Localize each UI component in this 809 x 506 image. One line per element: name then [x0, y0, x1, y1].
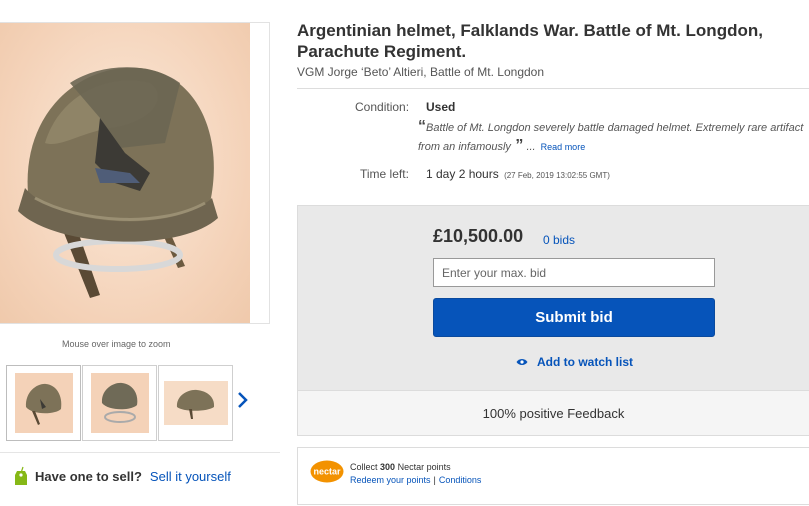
nectar-panel: nectar Collect 300 Nectar points Redeem …: [297, 447, 809, 505]
collect-prefix: Collect: [350, 462, 378, 472]
sell-it-yourself-link[interactable]: Sell it yourself: [150, 469, 231, 484]
redeem-points-link[interactable]: Redeem your points: [350, 475, 431, 485]
divider: [0, 452, 280, 453]
end-date: (27 Feb, 2019 13:02:55 GMT): [504, 171, 610, 180]
thumbnail-3[interactable]: [158, 365, 233, 441]
thumbnail-image: [14, 373, 73, 433]
open-quote-icon: “: [418, 118, 426, 135]
seller-feedback: 100% positive Feedback: [297, 391, 809, 436]
condition-label: Condition:: [355, 100, 410, 114]
eye-icon: [516, 359, 528, 365]
chevron-right-icon[interactable]: [236, 390, 250, 410]
close-quote-icon: ”: [510, 137, 524, 154]
listing-subtitle: VGM Jorge ‘Beto’ Altieri, Battle of Mt. …: [297, 65, 545, 79]
read-more-link[interactable]: Read more: [541, 142, 586, 152]
sell-row: Have one to sell? Sell it yourself: [14, 466, 231, 486]
item-description: “Battle of Mt. Longdon severely battle d…: [418, 118, 804, 154]
listing-title: Argentinian helmet, Falklands War. Battl…: [297, 21, 763, 61]
submit-bid-button[interactable]: Submit bid: [433, 298, 715, 337]
helmet-thumb-icon: [25, 383, 61, 425]
nectar-logo-icon: nectar: [310, 460, 344, 483]
add-to-watch-list-link[interactable]: Add to watch list: [516, 355, 633, 369]
helmet-thumb-icon: [176, 389, 214, 419]
time-remaining: 1 day 2 hours: [426, 167, 499, 181]
time-left-label: Time left:: [360, 167, 409, 181]
collect-suffix: Nectar points: [397, 462, 451, 472]
divider: [297, 88, 809, 89]
nectar-collect: Collect 300 Nectar points: [350, 462, 451, 472]
conditions-link[interactable]: Conditions: [439, 475, 482, 485]
thumbnail-2[interactable]: [82, 365, 157, 441]
time-left-value: 1 day 2 hours (27 Feb, 2019 13:02:55 GMT…: [426, 167, 610, 181]
condition-value: Used: [426, 100, 456, 114]
nectar-logo-text: nectar: [313, 467, 341, 477]
helmet-photo: [18, 67, 218, 298]
description-text: Battle of Mt. Longdon severely battle da…: [418, 122, 804, 153]
price-tag-icon: [15, 466, 27, 485]
nectar-points: 300: [380, 462, 396, 472]
nectar-links: Redeem your points | Conditions: [350, 475, 481, 485]
thumbnail-image: [90, 373, 149, 433]
thumbnail-strip: [6, 365, 234, 441]
zoom-hint: Mouse over image to zoom: [62, 339, 171, 349]
bid-count-link[interactable]: 0 bids: [543, 233, 575, 247]
feedback-text: 100% positive Feedback: [482, 405, 625, 421]
thumbnail-image: [163, 381, 228, 425]
max-bid-input[interactable]: [433, 258, 715, 287]
watch-label: Add to watch list: [537, 355, 633, 369]
sell-question: Have one to sell?: [35, 468, 142, 484]
link-separator: |: [433, 475, 436, 485]
thumbnail-1[interactable]: [6, 365, 81, 441]
current-price: £10,500.00: [433, 226, 524, 246]
main-image[interactable]: [0, 22, 270, 324]
helmet-thumb-icon: [101, 382, 137, 423]
bid-panel: £10,500.00 0 bids Submit bid Add to watc…: [297, 205, 809, 391]
